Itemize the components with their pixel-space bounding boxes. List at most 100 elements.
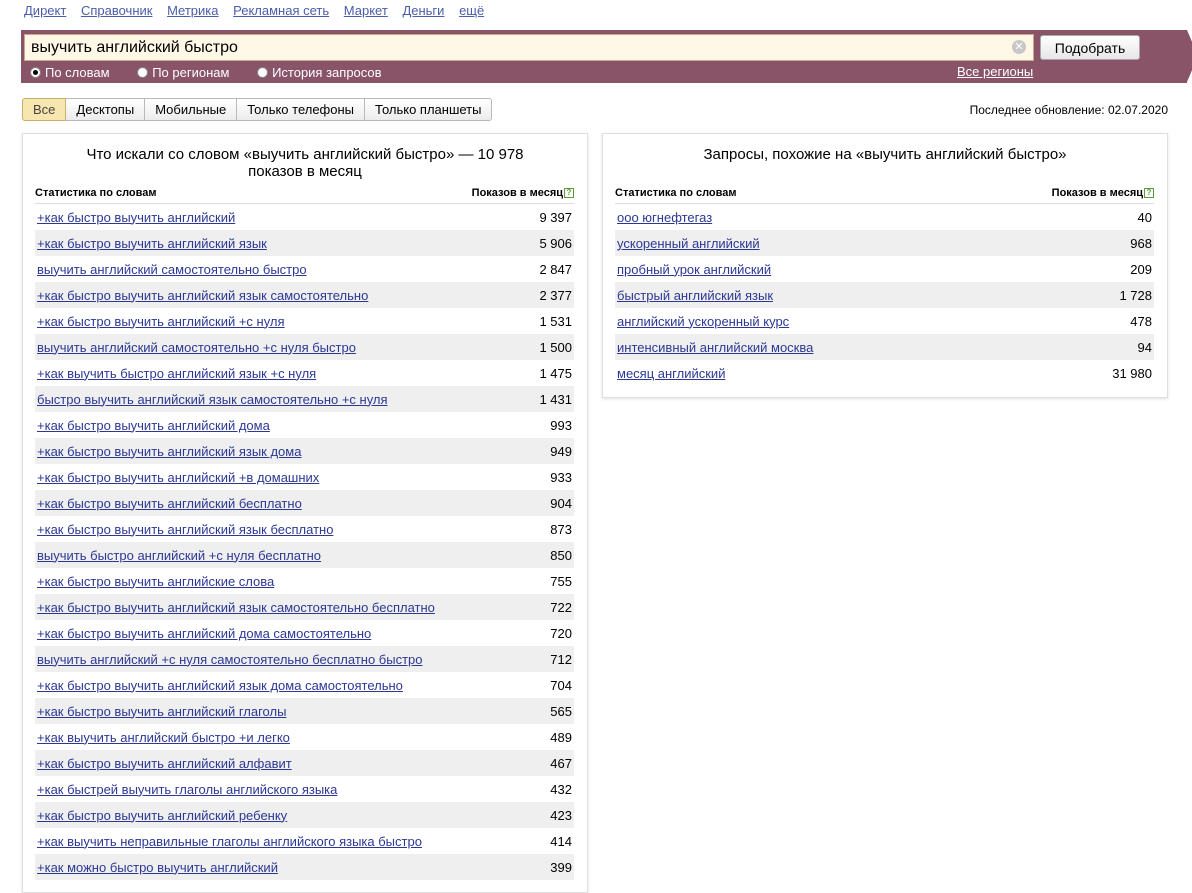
impressions-count: 467 xyxy=(550,755,572,771)
table-row: +как быстро выучить английский язык дома… xyxy=(35,438,574,464)
phrase-link[interactable]: ускоренный английский xyxy=(617,236,760,251)
impressions-count: 968 xyxy=(1130,235,1152,251)
radio-label: По словам xyxy=(45,65,110,80)
phrase-link[interactable]: +как быстро выучить английский бесплатно xyxy=(37,496,302,511)
panel-title: Что искали со словом «выучить английский… xyxy=(86,146,524,180)
nav-link-ad-network[interactable]: Рекламная сеть xyxy=(233,3,329,18)
search-bar-arrow xyxy=(1187,30,1192,82)
impressions-count: 873 xyxy=(550,521,572,537)
nav-link-market[interactable]: Маркет xyxy=(344,3,388,18)
table-row: +как выучить английский быстро +и легко 4… xyxy=(35,724,574,750)
impressions-count: 720 xyxy=(550,625,572,641)
phrase-link[interactable]: выучить английский +с нуля самостоятельн… xyxy=(37,652,423,667)
table-row: +как выучить быстро английский язык +с н… xyxy=(35,360,574,386)
impressions-count: 993 xyxy=(550,417,572,433)
radio-label: По регионам xyxy=(152,65,230,80)
nav-link-money[interactable]: Деньги xyxy=(402,3,444,18)
phrase-link[interactable]: интенсивный английский москва xyxy=(617,340,813,355)
impressions-count: 1 475 xyxy=(539,365,572,381)
impressions-count: 949 xyxy=(550,443,572,459)
phrase-link[interactable]: +как быстро выучить английский язык дома… xyxy=(37,678,403,693)
phrase-link[interactable]: выучить английский самостоятельно быстро xyxy=(37,262,307,277)
phrase-link[interactable]: месяц английский xyxy=(617,366,725,381)
submit-button[interactable]: Подобрать xyxy=(1040,35,1140,60)
phrase-link[interactable]: +как выучить английский быстро +и легко xyxy=(37,730,290,745)
tab-tablets-only[interactable]: Только планшеты xyxy=(365,98,493,121)
nav-link-more[interactable]: ещё xyxy=(459,3,484,18)
column-count-header: Показов в месяц? xyxy=(1052,187,1154,203)
phrase-link[interactable]: +как можно быстро выучить английский xyxy=(37,860,278,875)
phrase-link[interactable]: +как быстро выучить английский дома само… xyxy=(37,626,371,641)
phrase-link[interactable]: +как быстро выучить английский +в домашн… xyxy=(37,470,319,485)
phrase-link[interactable]: +как выучить быстро английский язык +с н… xyxy=(37,366,316,381)
phrase-link[interactable]: +как быстро выучить английский язык xyxy=(37,236,267,251)
impressions-count: 1 431 xyxy=(539,391,572,407)
nav-link-metrika[interactable]: Метрика xyxy=(167,3,218,18)
phrase-link[interactable]: +как быстро выучить английский язык дома xyxy=(37,444,301,459)
tab-phones-only[interactable]: Только телефоны xyxy=(237,98,366,121)
phrase-link[interactable]: +как быстро выучить английский ребенку xyxy=(37,808,287,823)
phrase-link[interactable]: выучить английский самостоятельно +с нул… xyxy=(37,340,356,355)
radio-query-history[interactable]: История запросов xyxy=(257,65,382,80)
help-icon[interactable]: ? xyxy=(1144,188,1154,198)
tab-desktops[interactable]: Десктопы xyxy=(66,98,146,121)
all-regions-link[interactable]: Все регионы xyxy=(957,64,1033,79)
search-bar: ✕ Подобрать По словам По регионам Истори… xyxy=(21,30,1192,83)
radio-by-regions[interactable]: По регионам xyxy=(137,65,229,80)
phrase-link[interactable]: +как быстро выучить английские слова xyxy=(37,574,274,589)
phrase-link[interactable]: быстрый английский язык xyxy=(617,288,773,303)
phrase-link[interactable]: +как быстрей выучить глаголы английского… xyxy=(37,782,337,797)
nav-link-direct[interactable]: Директ xyxy=(24,3,66,18)
phrase-link[interactable]: быстро выучить английский язык самостоят… xyxy=(37,392,388,407)
phrase-link[interactable]: +как быстро выучить английский алфавит xyxy=(37,756,292,771)
table-row: +как можно быстро выучить английский 399 xyxy=(35,854,574,880)
table-row: интенсивный английский москва 94 xyxy=(615,334,1154,360)
radio-by-words[interactable]: По словам xyxy=(30,65,110,80)
impressions-count: 478 xyxy=(1130,313,1152,329)
phrase-link[interactable]: +как быстро выучить английский глаголы xyxy=(37,704,286,719)
table-row: +как быстро выучить английский дома само… xyxy=(35,620,574,646)
words-stats-panel: Что искали со словом «выучить английский… xyxy=(22,133,588,893)
similar-queries-panel: Запросы, похожие на «выучить английский … xyxy=(602,133,1168,398)
phrase-link[interactable]: ооо югнефтегаз xyxy=(617,210,712,225)
table-row: быстрый английский язык 1 728 xyxy=(615,282,1154,308)
phrase-link[interactable]: +как быстро выучить английский дома xyxy=(37,418,270,433)
table-row: +как быстро выучить английский язык 5 906 xyxy=(35,230,574,256)
radio-label: История запросов xyxy=(272,65,382,80)
phrase-link[interactable]: +как быстро выучить английский язык бесп… xyxy=(37,522,333,537)
search-input[interactable] xyxy=(24,34,1034,61)
tab-all[interactable]: Все xyxy=(22,98,67,121)
impressions-count: 1 728 xyxy=(1119,287,1152,303)
table-row: +как быстро выучить английский +с нуля 1 … xyxy=(35,308,574,334)
impressions-count: 2 847 xyxy=(539,261,572,277)
table-row: +как быстро выучить английские слова 755 xyxy=(35,568,574,594)
impressions-count: 722 xyxy=(550,599,572,615)
radio-dot-icon xyxy=(257,67,269,78)
tab-mobile[interactable]: Мобильные xyxy=(145,98,238,121)
phrase-link[interactable]: выучить быстро английский +с нуля беспла… xyxy=(37,548,321,563)
clear-icon[interactable]: ✕ xyxy=(1012,40,1026,54)
phrase-link[interactable]: +как быстро выучить английский язык само… xyxy=(37,288,368,303)
phrase-link[interactable]: +как быстро выучить английский xyxy=(37,210,235,225)
help-icon[interactable]: ? xyxy=(564,188,574,198)
impressions-count: 423 xyxy=(550,807,572,823)
panel-title: Запросы, похожие на «выучить английский … xyxy=(703,146,1067,163)
phrase-link[interactable]: пробный урок английский xyxy=(617,262,771,277)
table-row: +как быстро выучить английский язык дома… xyxy=(35,672,574,698)
phrase-link[interactable]: +как быстро выучить английский +с нуля xyxy=(37,314,285,329)
impressions-count: 5 906 xyxy=(539,235,572,251)
impressions-count: 565 xyxy=(550,703,572,719)
impressions-count: 489 xyxy=(550,729,572,745)
table-row: +как быстрей выучить глаголы английского… xyxy=(35,776,574,802)
impressions-count: 2 377 xyxy=(539,287,572,303)
nav-link-reference[interactable]: Справочник xyxy=(81,3,153,18)
phrase-link[interactable]: английский ускоренный курс xyxy=(617,314,789,329)
table-row: +как быстро выучить английский алфавит 46… xyxy=(35,750,574,776)
impressions-count: 9 397 xyxy=(539,209,572,225)
phrase-link[interactable]: +как быстро выучить английский язык само… xyxy=(37,600,435,615)
phrase-link[interactable]: +как выучить неправильные глаголы англий… xyxy=(37,834,422,849)
table-row: ооо югнефтегаз 40 xyxy=(615,204,1154,230)
impressions-count: 712 xyxy=(550,651,572,667)
impressions-count: 1 500 xyxy=(539,339,572,355)
impressions-count: 209 xyxy=(1130,261,1152,277)
